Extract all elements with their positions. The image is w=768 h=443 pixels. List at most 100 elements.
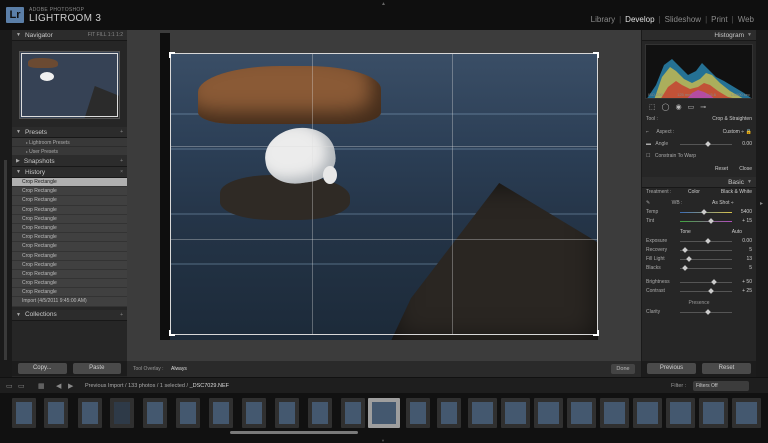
- filmstrip-thumbnail[interactable]: [143, 398, 167, 428]
- treatment-color-button[interactable]: Color: [688, 188, 700, 197]
- history-item[interactable]: Crop Rectangle: [12, 214, 127, 224]
- brightness-value[interactable]: + 50: [742, 278, 752, 287]
- wb-select[interactable]: As Shot ÷: [712, 199, 734, 208]
- add-snapshot-icon[interactable]: +: [120, 158, 123, 164]
- right-panel-toggle-icon[interactable]: ▸: [760, 200, 763, 207]
- temp-slider[interactable]: [680, 209, 732, 215]
- crop-frame-icon[interactable]: ⌐: [646, 129, 649, 135]
- module-develop[interactable]: Develop: [625, 15, 654, 24]
- tint-value[interactable]: + 15: [742, 217, 752, 226]
- filmstrip-thumbnail[interactable]: [242, 398, 266, 428]
- history-item[interactable]: Crop Rectangle: [12, 223, 127, 234]
- filmstrip-source[interactable]: Previous Import / 133 photos / 1 selecte…: [85, 383, 229, 389]
- crop-close-button[interactable]: Close: [739, 165, 752, 174]
- angle-value[interactable]: 0.00: [742, 140, 752, 149]
- filmstrip-thumbnail[interactable]: [600, 398, 629, 428]
- fill-light-slider[interactable]: [680, 256, 732, 262]
- filmstrip-thumbnail[interactable]: [732, 398, 761, 428]
- collections-header[interactable]: ▼ Collections +: [12, 309, 127, 321]
- auto-tone-button[interactable]: Auto: [732, 228, 742, 237]
- history-item[interactable]: Crop Rectangle: [12, 288, 127, 298]
- aspect-select[interactable]: Custom ÷: [723, 124, 744, 140]
- angle-slider[interactable]: [680, 141, 732, 147]
- filmstrip-thumbnail[interactable]: [437, 398, 461, 428]
- crop-handle-top-right[interactable]: [593, 52, 599, 58]
- filmstrip-thumbnail[interactable]: [666, 398, 695, 428]
- presets-header[interactable]: ▼ Presets +: [12, 127, 127, 138]
- collapse-bottom-icon[interactable]: ▼: [381, 438, 385, 443]
- done-button[interactable]: Done: [611, 364, 635, 374]
- history-item[interactable]: Crop Rectangle: [12, 187, 127, 197]
- graduated-filter-icon[interactable]: ▭: [688, 103, 695, 111]
- clear-history-icon[interactable]: ×: [120, 169, 123, 175]
- filmstrip-thumbnail[interactable]: [44, 398, 68, 428]
- left-scrollbar[interactable]: [4, 160, 7, 360]
- history-item[interactable]: Crop Rectangle: [12, 269, 127, 280]
- recovery-value[interactable]: 5: [749, 246, 752, 255]
- filmstrip-thumbnail-selected[interactable]: [368, 398, 400, 428]
- slider-knob[interactable]: [708, 288, 714, 294]
- module-slideshow[interactable]: Slideshow: [665, 15, 701, 24]
- filmstrip-thumbnail[interactable]: [308, 398, 332, 428]
- navigator-view-frame[interactable]: [21, 53, 118, 117]
- previous-button[interactable]: Previous: [647, 363, 696, 374]
- filter-select[interactable]: Filters Off: [693, 381, 749, 391]
- slider-knob[interactable]: [711, 279, 718, 285]
- grid-view-icon[interactable]: ▦: [38, 382, 45, 390]
- navigator-preview[interactable]: [19, 51, 120, 119]
- left-panel-handle[interactable]: [0, 30, 12, 377]
- crop-tool-icon[interactable]: ⬚: [649, 103, 656, 111]
- right-panel-handle[interactable]: ▸: [756, 30, 768, 377]
- filmstrip-thumbnail[interactable]: [110, 398, 134, 428]
- crop-handle-top-left[interactable]: [169, 52, 175, 58]
- second-window-icon[interactable]: ▭: [18, 382, 25, 390]
- lock-icon[interactable]: 🔒: [746, 124, 752, 140]
- crop-handle-bottom-right[interactable]: [593, 330, 599, 336]
- filmstrip-thumbnail[interactable]: [501, 398, 530, 428]
- temp-value[interactable]: 5400: [741, 208, 752, 217]
- contrast-value[interactable]: + 25: [742, 287, 752, 296]
- preset-folder-lightroom[interactable]: Lightroom Presets: [12, 138, 127, 147]
- crop-overlay[interactable]: [169, 52, 599, 336]
- eyedropper-icon[interactable]: ✎: [646, 200, 650, 206]
- history-item[interactable]: Crop Rectangle: [12, 279, 127, 289]
- contrast-slider[interactable]: [680, 288, 732, 294]
- slider-knob[interactable]: [685, 256, 692, 262]
- history-item[interactable]: Crop Rectangle: [12, 260, 127, 270]
- paste-button[interactable]: Paste: [72, 363, 121, 374]
- add-preset-icon[interactable]: +: [120, 129, 123, 135]
- slider-knob[interactable]: [705, 309, 711, 315]
- preset-folder-user[interactable]: User Presets: [12, 147, 127, 156]
- history-item[interactable]: Crop Rectangle: [12, 251, 127, 261]
- slider-knob[interactable]: [700, 209, 707, 215]
- back-arrow-icon[interactable]: ◀: [56, 382, 61, 390]
- snapshots-header[interactable]: ▶ Snapshots +: [12, 156, 127, 167]
- slider-knob[interactable]: [705, 238, 711, 244]
- clarity-slider[interactable]: [680, 309, 732, 315]
- treatment-bw-button[interactable]: Black & White: [721, 188, 752, 197]
- forward-arrow-icon[interactable]: ▶: [68, 382, 73, 390]
- history-item[interactable]: Import (4/5/2011 9:45:00 AM): [12, 297, 127, 307]
- filmstrip-thumbnail[interactable]: [12, 398, 36, 428]
- red-eye-icon[interactable]: ◉: [675, 103, 681, 111]
- filmstrip-thumbnail[interactable]: [567, 398, 596, 428]
- module-web[interactable]: Web: [738, 15, 754, 24]
- slider-knob[interactable]: [681, 265, 688, 271]
- history-item[interactable]: Crop Rectangle: [12, 196, 127, 206]
- blacks-value[interactable]: 5: [749, 264, 752, 273]
- recovery-slider[interactable]: [680, 247, 732, 253]
- add-collection-icon[interactable]: +: [120, 312, 123, 318]
- reset-button[interactable]: Reset: [702, 363, 751, 374]
- crop-reset-button[interactable]: Reset: [715, 165, 728, 174]
- filmstrip-thumbnail[interactable]: [534, 398, 563, 428]
- slider-knob[interactable]: [708, 218, 714, 224]
- history-item[interactable]: Crop Rectangle: [12, 205, 127, 215]
- straighten-icon[interactable]: ▬: [646, 141, 651, 147]
- slider-knob[interactable]: [705, 141, 711, 147]
- fill-light-value[interactable]: 13: [746, 255, 752, 264]
- filmstrip-thumbnail[interactable]: [78, 398, 102, 428]
- blacks-slider[interactable]: [680, 265, 732, 271]
- histogram[interactable]: ISO 200 125 mm f / 5.6 1/1600 sec: [645, 44, 753, 99]
- filmstrip-thumbnail[interactable]: [468, 398, 497, 428]
- history-item[interactable]: Crop Rectangle: [12, 242, 127, 252]
